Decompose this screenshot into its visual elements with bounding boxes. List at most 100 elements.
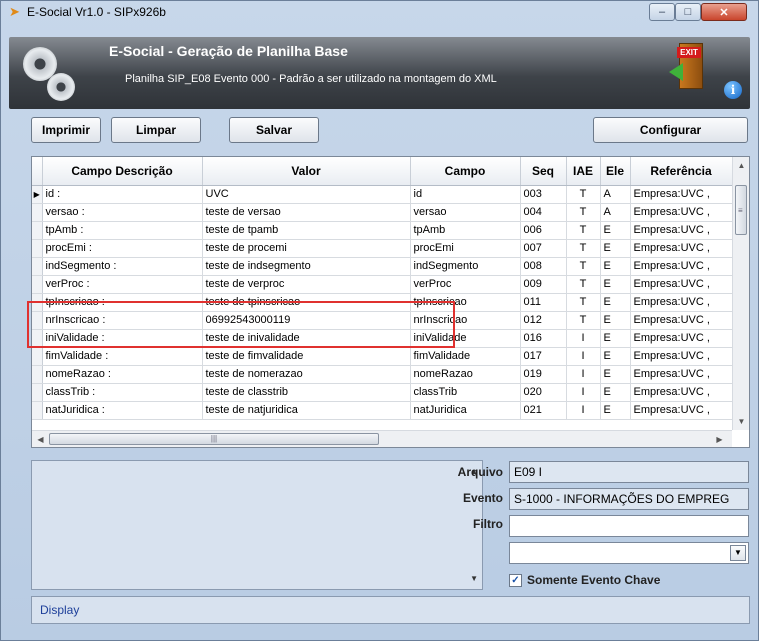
cell-valor[interactable]: UVC <box>202 185 411 204</box>
cell-campo[interactable]: iniValidade <box>410 329 521 348</box>
cell-ele[interactable]: E <box>600 347 631 366</box>
scroll-up-arrow-icon[interactable]: ▲ <box>733 157 749 174</box>
cell-seq[interactable]: 011 <box>520 293 567 312</box>
vertical-scroll-thumb[interactable]: ≡ <box>735 185 747 235</box>
table-row[interactable]: fimValidade : teste de fimvalidade fimVali… <box>32 347 733 366</box>
cell-referencia[interactable]: Empresa:UVC , <box>630 347 733 366</box>
exit-door-icon[interactable]: EXIT <box>669 41 705 91</box>
cell-campo[interactable]: nrInscricao <box>410 311 521 330</box>
cell-valor[interactable]: teste de procemi <box>202 239 411 258</box>
cell-desc[interactable]: classTrib : <box>42 383 203 402</box>
row-indicator[interactable] <box>32 275 43 294</box>
cell-seq[interactable]: 003 <box>520 185 567 204</box>
print-button[interactable]: Imprimir <box>31 117 101 143</box>
cell-desc[interactable]: fimValidade : <box>42 347 203 366</box>
cell-referencia[interactable]: Empresa:UVC , <box>630 257 733 276</box>
checkbox-check-icon[interactable]: ✓ <box>509 573 522 587</box>
filter-select[interactable]: ▼ <box>509 542 749 564</box>
cell-valor[interactable]: teste de fimvalidade <box>202 347 411 366</box>
cell-ele[interactable]: A <box>600 185 631 204</box>
cell-iae[interactable]: T <box>566 311 601 330</box>
cell-valor[interactable]: teste de classtrib <box>202 383 411 402</box>
cell-seq[interactable]: 019 <box>520 365 567 384</box>
row-indicator[interactable] <box>32 203 43 222</box>
row-indicator[interactable] <box>32 383 43 402</box>
info-icon[interactable]: i <box>724 81 742 99</box>
chevron-down-icon[interactable]: ▼ <box>730 545 746 561</box>
cell-seq[interactable]: 012 <box>520 311 567 330</box>
cell-referencia[interactable]: Empresa:UVC , <box>630 383 733 402</box>
cell-iae[interactable]: I <box>566 347 601 366</box>
cell-ele[interactable]: E <box>600 293 631 312</box>
row-indicator[interactable] <box>32 257 43 276</box>
cell-ele[interactable]: E <box>600 221 631 240</box>
minimize-button[interactable]: – <box>649 3 675 21</box>
cell-referencia[interactable]: Empresa:UVC , <box>630 401 733 420</box>
cell-desc[interactable]: id : <box>42 185 203 204</box>
cell-iae[interactable]: I <box>566 383 601 402</box>
row-indicator[interactable] <box>32 329 43 348</box>
column-header-referencia[interactable]: Referência <box>630 157 733 186</box>
cell-referencia[interactable]: Empresa:UVC , <box>630 365 733 384</box>
cell-iae[interactable]: T <box>566 275 601 294</box>
cell-seq[interactable]: 016 <box>520 329 567 348</box>
table-row[interactable]: tpAmb : teste de tpamb tpAmb 006 T E Empresa:U… <box>32 221 733 240</box>
cell-referencia[interactable]: Empresa:UVC , <box>630 311 733 330</box>
vertical-scrollbar[interactable]: ▲ ≡ ▼ <box>732 157 749 430</box>
cell-valor[interactable]: teste de verproc <box>202 275 411 294</box>
row-indicator[interactable] <box>32 293 43 312</box>
cell-desc[interactable]: nrInscricao : <box>42 311 203 330</box>
cell-ele[interactable]: E <box>600 239 631 258</box>
cell-campo[interactable]: procEmi <box>410 239 521 258</box>
cell-valor[interactable]: teste de tpamb <box>202 221 411 240</box>
cell-referencia[interactable]: Empresa:UVC , <box>630 203 733 222</box>
cell-campo[interactable]: classTrib <box>410 383 521 402</box>
cell-iae[interactable]: T <box>566 293 601 312</box>
memo-textarea[interactable]: ▲ ▼ <box>31 460 483 590</box>
cell-campo[interactable]: verProc <box>410 275 521 294</box>
cell-desc[interactable]: verProc : <box>42 275 203 294</box>
cell-seq[interactable]: 021 <box>520 401 567 420</box>
cell-campo[interactable]: id <box>410 185 521 204</box>
table-row[interactable]: nomeRazao : teste de nomerazao nomeRazao 01… <box>32 365 733 384</box>
table-row[interactable]: iniValidade : teste de inivalidade iniVali… <box>32 329 733 348</box>
row-indicator[interactable] <box>32 239 43 258</box>
row-indicator[interactable] <box>32 221 43 240</box>
table-row[interactable]: ▶ id : UVC id 003 T A Empresa:UVC , <box>32 185 733 204</box>
cell-seq[interactable]: 020 <box>520 383 567 402</box>
cell-campo[interactable]: natJuridica <box>410 401 521 420</box>
cell-ele[interactable]: A <box>600 203 631 222</box>
row-indicator[interactable]: ▶ <box>32 185 43 204</box>
cell-referencia[interactable]: Empresa:UVC , <box>630 329 733 348</box>
cell-iae[interactable]: T <box>566 257 601 276</box>
configure-button[interactable]: Configurar <box>593 117 748 143</box>
cell-campo[interactable]: tpAmb <box>410 221 521 240</box>
row-indicator[interactable] <box>32 347 43 366</box>
horizontal-scrollbar[interactable]: ◀ ||| ▶ <box>32 430 732 447</box>
column-header-desc[interactable]: Campo Descrição <box>42 157 203 186</box>
cell-desc[interactable]: iniValidade : <box>42 329 203 348</box>
filtro-input[interactable] <box>509 515 749 537</box>
column-header-iae[interactable]: IAE <box>566 157 601 186</box>
cell-valor[interactable]: teste de indsegmento <box>202 257 411 276</box>
cell-desc[interactable]: natJuridica : <box>42 401 203 420</box>
cell-referencia[interactable]: Empresa:UVC , <box>630 239 733 258</box>
row-indicator[interactable] <box>32 311 43 330</box>
table-row[interactable]: tpInscricao : teste de tpinscricao tpInscr… <box>32 293 733 312</box>
cell-referencia[interactable]: Empresa:UVC , <box>630 275 733 294</box>
row-indicator[interactable] <box>32 365 43 384</box>
table-row[interactable]: versao : teste de versao versao 004 T A Empres… <box>32 203 733 222</box>
cell-desc[interactable]: tpInscricao : <box>42 293 203 312</box>
cell-seq[interactable]: 006 <box>520 221 567 240</box>
scroll-left-arrow-icon[interactable]: ◀ <box>32 431 49 447</box>
table-row[interactable]: nrInscricao :06992543000119 nrInscricao 01… <box>32 311 733 330</box>
cell-seq[interactable]: 009 <box>520 275 567 294</box>
table-row[interactable]: indSegmento : teste de indsegmento indSegm… <box>32 257 733 276</box>
cell-valor[interactable]: teste de natjuridica <box>202 401 411 420</box>
table-row[interactable]: classTrib : teste de classtrib classTrib 02… <box>32 383 733 402</box>
cell-campo[interactable]: fimValidade <box>410 347 521 366</box>
cell-valor[interactable]: teste de versao <box>202 203 411 222</box>
cell-seq[interactable]: 017 <box>520 347 567 366</box>
cell-referencia[interactable]: Empresa:UVC , <box>630 293 733 312</box>
cell-desc[interactable]: tpAmb : <box>42 221 203 240</box>
